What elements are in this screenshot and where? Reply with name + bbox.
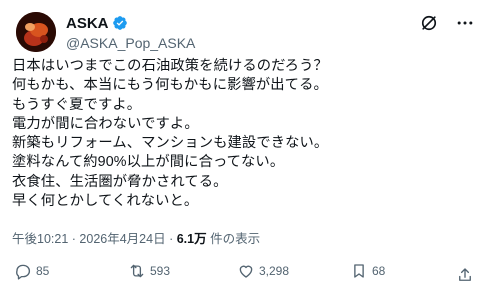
author-handle[interactable]: @ASKA_Pop_ASKA	[66, 35, 195, 51]
tweet-meta: 午後10:21 · 2026年4月24日 · 6.1万 件の表示	[12, 228, 260, 247]
tweet-line: もうすぐ夏ですよ。	[12, 96, 142, 113]
tweet-header: ASKA @ASKA_Pop_ASKA	[16, 12, 476, 52]
reply-button[interactable]: 85	[14, 262, 49, 280]
meta-separator: ·	[71, 232, 76, 246]
more-options-icon[interactable]	[454, 12, 476, 34]
like-count: 3,298	[259, 264, 290, 278]
tweet-text: 日本はいつまでこの石油政策を続けるのだろう？ 何もかも、本当にもう何もかもに影響…	[12, 57, 474, 211]
share-icon	[459, 268, 471, 281]
reply-count: 85	[36, 264, 50, 278]
tweet-date[interactable]: 2026年4月24日	[79, 232, 165, 246]
repost-button[interactable]: 593	[128, 262, 170, 280]
views-count: 6.1万	[176, 232, 207, 246]
tweet-line: 衣食住、生活圏が脅かされてる。	[12, 173, 228, 190]
bookmark-count: 68	[372, 264, 386, 278]
tweet-line: 塗料なんて約90%以上が間に合ってない。	[12, 154, 285, 171]
share-button[interactable]	[456, 266, 474, 289]
verified-badge-icon	[112, 15, 128, 31]
tweet-line: 電力が間に合わないですよ。	[12, 115, 199, 132]
tweet-line: 何もかも、本当にもう何もかもに影響が出てる。	[12, 77, 328, 94]
views-label: 件の表示	[210, 232, 261, 246]
meta-separator: ·	[169, 232, 174, 246]
avatar[interactable]	[16, 12, 56, 52]
tweet-time[interactable]: 午後10:21	[12, 232, 68, 246]
like-button[interactable]: 3,298	[237, 262, 289, 280]
grok-icon[interactable]	[418, 12, 440, 34]
author-name[interactable]: ASKA	[66, 15, 109, 32]
tweet-line: 日本はいつまでこの石油政策を続けるのだろう？	[12, 58, 328, 74]
tweet-line: 早く何とかしてくれないと。	[12, 193, 199, 210]
tweet-line: 新築もリフォーム、マンションも建設できない。	[12, 135, 329, 152]
bookmark-button[interactable]: 68	[350, 262, 385, 280]
repost-count: 593	[150, 264, 171, 278]
action-bar: 85 593 3,298 68	[0, 262, 486, 290]
